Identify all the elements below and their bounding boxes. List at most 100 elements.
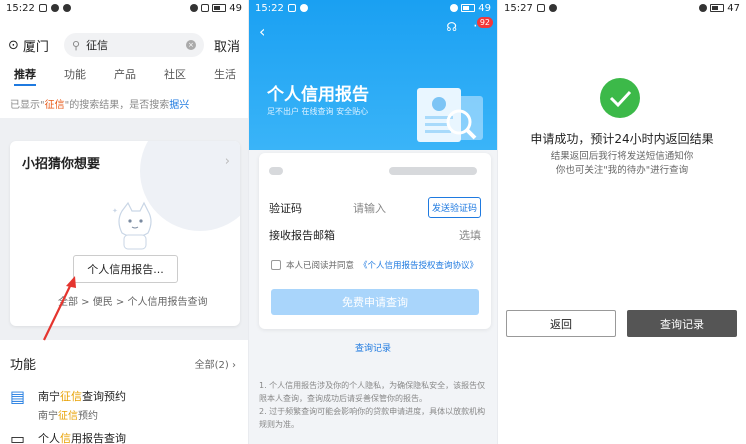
battery-level: 49: [478, 2, 491, 14]
query-record-button[interactable]: 查询记录: [627, 310, 737, 337]
agreement-link[interactable]: 《个人信用报告授权查询协议》: [359, 259, 478, 271]
wifi-icon: [699, 4, 708, 12]
code-row: 验证码 请输入 发送验证码: [269, 197, 481, 218]
email-row: 接收报告邮箱 选填: [269, 227, 481, 243]
battery-level: 49: [229, 2, 242, 14]
email-label: 接收报告邮箱: [269, 229, 335, 242]
return-button[interactable]: 返回: [506, 310, 616, 337]
notification-badge: 92: [476, 17, 493, 28]
battery-level: 47: [727, 2, 740, 14]
agree-text: 本人已阅读并同意: [286, 261, 355, 271]
item-title: 个人: [38, 432, 60, 444]
city-selector[interactable]: ⊙ 厦门: [8, 36, 64, 55]
chevron-right-icon[interactable]: ›: [225, 154, 230, 169]
status-bar: 15:22 49: [0, 0, 248, 16]
function-section: 功能 全部(2) ›: [10, 354, 236, 373]
list-item[interactable]: ▤ 南宁征信查询预约 南宁征信预约: [10, 387, 238, 423]
note-2: 2. 过于频繁查询可能会影响你的贷款申请进度，具体以放款机构规则为准。: [259, 407, 486, 429]
page-title: 个人信用报告: [267, 85, 369, 105]
battery-icon: [461, 4, 476, 12]
query-record-link[interactable]: 查询记录: [249, 341, 497, 354]
battery-icon: [710, 4, 725, 12]
card-title: 小招猜你想要: [22, 157, 101, 172]
item-sub-keyword: 征信: [58, 411, 78, 422]
item-title: 南宁: [38, 390, 60, 403]
tab-function[interactable]: 功能: [64, 66, 86, 86]
success-title: 申请成功，预计24小时内返回结果: [530, 132, 714, 146]
search-hint: 已显示"征信"的搜索结果，是否搜索据兴: [10, 96, 189, 111]
item-sub: 南宁: [38, 411, 58, 422]
search-value: 征信: [86, 39, 109, 52]
status-bar: 15:27 47: [498, 0, 746, 16]
message-icon: [62, 4, 71, 12]
sim-icon: [201, 4, 210, 12]
hint-text-2: "的搜索结果，是否搜索: [64, 100, 170, 111]
search-input[interactable]: ⚲ 征信 ×: [64, 33, 204, 57]
shield-icon: [536, 4, 545, 12]
shield-icon: [287, 4, 296, 12]
credit-report-screen: ‹ ☊ ⋯ 92 个人信用报告 足不出户 在线查询 安全贴心 15:22 49 …: [249, 0, 497, 444]
wifi-icon: [450, 4, 459, 12]
report-icon: ▭: [10, 429, 26, 444]
wifi-icon: [190, 4, 199, 12]
clear-icon[interactable]: ×: [185, 40, 196, 50]
code-input[interactable]: 请输入: [353, 200, 428, 216]
location-icon: ⊙: [8, 37, 19, 53]
cancel-button[interactable]: 取消: [214, 36, 240, 55]
submit-button[interactable]: 免费申请查询: [271, 289, 479, 315]
list-item[interactable]: ▭ 个人信用报告查询: [10, 430, 238, 444]
report-illustration-icon: [417, 88, 483, 142]
success-line-1: 结果返回后我行将发送短信通知你: [550, 151, 694, 162]
city-name: 厦门: [22, 39, 49, 55]
credit-report-button[interactable]: 个人信用报告...: [73, 255, 178, 283]
status-time: 15:27: [504, 2, 533, 14]
category-tabs: 推荐 功能 产品 社区 生活: [0, 66, 248, 86]
svg-text:✦: ✦: [112, 207, 118, 215]
masked-user-info: [269, 167, 481, 177]
email-input[interactable]: 选填: [409, 227, 481, 243]
success-line-2: 你也可关注"我的待办"进行查询: [555, 165, 689, 176]
success-screen: 15:27 47 申请成功，预计24小时内返回结果 结果返回后我行将发送短信通知…: [498, 0, 746, 444]
status-time: 15:22: [6, 2, 35, 14]
page-subtitle: 足不出户 在线查询 安全贴心: [267, 107, 369, 116]
report-header: ‹ ☊ ⋯ 92 个人信用报告 足不出户 在线查询 安全贴心: [249, 0, 497, 150]
success-check-icon: [600, 78, 640, 118]
status-time: 15:22: [255, 2, 284, 14]
section-title: 功能: [10, 358, 37, 373]
agreement-row: 本人已阅读并同意 《个人信用报告授权查询协议》: [271, 259, 478, 271]
shield-icon: [38, 4, 47, 12]
code-label: 验证码: [269, 201, 302, 215]
tab-product[interactable]: 产品: [114, 66, 136, 86]
alt-search-link[interactable]: 据兴: [169, 100, 189, 111]
search-icon: ⚲: [72, 38, 81, 52]
success-desc: 结果返回后我行将发送短信通知你 你也可关注"我的待办"进行查询: [498, 150, 746, 178]
tab-community[interactable]: 社区: [164, 66, 186, 86]
item-title-end: 查询预约: [82, 390, 126, 403]
item-title-keyword: 征信: [60, 390, 82, 403]
view-all-label: 全部(2): [194, 360, 229, 371]
search-screen: 15:22 49 ⊙ 厦门 ⚲ 征信 × 取消 推荐 功能 产品 社区 生活 已显示"…: [0, 0, 248, 444]
notes: 1. 个人信用报告涉及你的个人隐私，为确保隐私安全，该报告仅限本人查询，查询成功…: [259, 379, 487, 431]
back-icon[interactable]: ‹: [259, 22, 265, 41]
agree-checkbox[interactable]: [271, 260, 281, 270]
battery-icon: [212, 4, 227, 12]
status-bar: 15:22 49: [249, 0, 497, 16]
report-form: 验证码 请输入 发送验证码 接收报告邮箱 选填 本人已阅读并同意 《个人信用报告授…: [259, 153, 491, 329]
view-all-link[interactable]: 全部(2) ›: [195, 356, 236, 371]
chat-icon: [548, 4, 557, 12]
send-code-button[interactable]: 发送验证码: [427, 197, 481, 218]
card-path: 全部 > 便民 > 个人信用报告查询: [58, 297, 208, 308]
report-icon: ▤: [10, 387, 26, 406]
mascot-icon: ✦: [112, 201, 152, 250]
tab-recommend[interactable]: 推荐: [14, 66, 36, 86]
item-title-keyword: 信: [60, 432, 71, 444]
hint-text: 已显示": [10, 100, 45, 111]
item-title-end: 用报告查询: [71, 432, 126, 444]
chat-icon: [299, 4, 308, 12]
hint-keyword: 征信: [44, 100, 65, 111]
headset-icon[interactable]: ☊: [446, 20, 457, 34]
item-sub-end: 预约: [78, 411, 98, 422]
chat-icon: [50, 4, 59, 12]
pointer-arrow-icon: [43, 276, 76, 341]
tab-life[interactable]: 生活: [214, 66, 236, 86]
